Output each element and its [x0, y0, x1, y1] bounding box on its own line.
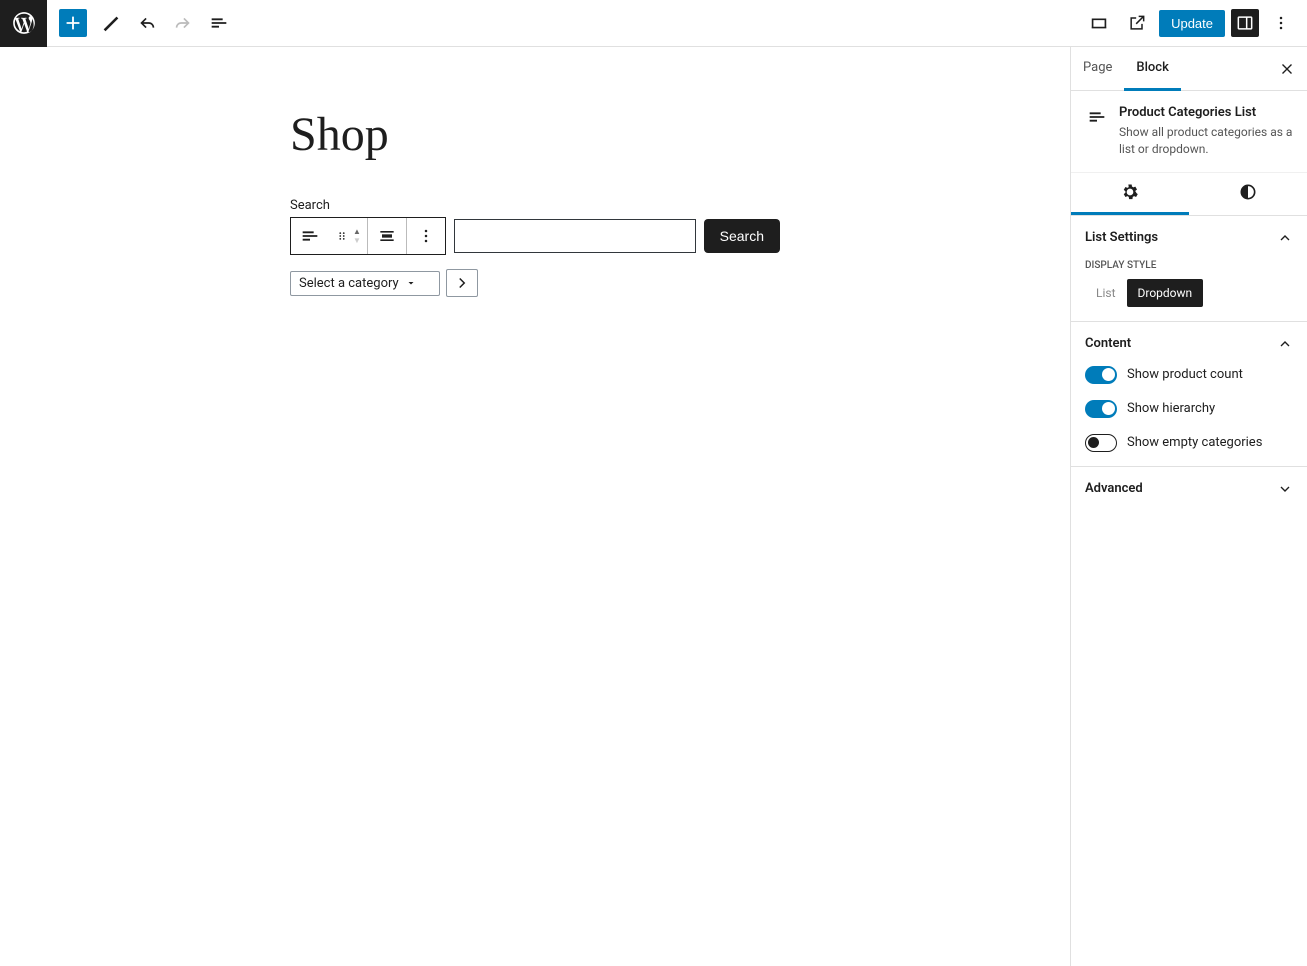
content-panel: Content Show product count Show hierarch…	[1071, 322, 1307, 467]
styles-icon	[1238, 182, 1258, 202]
sidebar-tabs: Page Block	[1071, 47, 1307, 91]
page-title[interactable]: Shop	[290, 107, 780, 162]
content-header[interactable]: Content	[1085, 336, 1293, 352]
settings-sub-tab[interactable]	[1071, 173, 1189, 215]
show-product-count-toggle[interactable]	[1085, 366, 1117, 384]
list-settings-title: List Settings	[1085, 230, 1158, 245]
chevron-up-icon	[1277, 230, 1293, 246]
block-card-icon	[1085, 105, 1109, 129]
block-type-icon[interactable]	[291, 218, 329, 254]
editor-canvas[interactable]: Shop Search ▲ ▼	[0, 47, 1070, 966]
display-dropdown-option[interactable]: Dropdown	[1127, 279, 1204, 307]
preview-external-icon[interactable]	[1121, 7, 1153, 39]
show-empty-label: Show empty categories	[1127, 435, 1262, 450]
settings-sidebar: Page Block Product Categories List Show …	[1070, 47, 1307, 966]
content-title: Content	[1085, 336, 1131, 351]
move-down-icon[interactable]: ▼	[353, 236, 361, 245]
chevron-down-icon	[1277, 481, 1293, 497]
more-options-button[interactable]	[1265, 7, 1297, 39]
block-description: Show all product categories as a list or…	[1119, 124, 1293, 158]
list-settings-header[interactable]: List Settings	[1085, 230, 1293, 246]
document-overview-button[interactable]	[203, 7, 235, 39]
main: Shop Search ▲ ▼	[0, 47, 1307, 966]
chevron-down-icon	[405, 277, 417, 289]
view-button[interactable]	[1083, 7, 1115, 39]
block-sub-tabs	[1071, 173, 1307, 216]
tab-block[interactable]: Block	[1124, 47, 1180, 91]
align-button[interactable]	[368, 218, 406, 254]
show-empty-toggle[interactable]	[1085, 434, 1117, 452]
block-info: Product Categories List Show all product…	[1071, 91, 1307, 173]
search-input[interactable]	[454, 219, 696, 253]
display-list-option[interactable]: List	[1085, 279, 1127, 307]
category-select[interactable]: Select a category	[290, 271, 440, 296]
styles-sub-tab[interactable]	[1189, 173, 1307, 215]
top-left	[0, 0, 235, 46]
show-hierarchy-toggle[interactable]	[1085, 400, 1117, 418]
gear-icon	[1120, 182, 1140, 202]
add-block-button[interactable]	[59, 9, 87, 37]
settings-panel-toggle[interactable]	[1231, 9, 1259, 37]
chevron-up-icon	[1277, 336, 1293, 352]
toolbar-buttons	[47, 7, 235, 39]
redo-button[interactable]	[167, 7, 199, 39]
search-label: Search	[290, 198, 780, 213]
category-row: Select a category	[290, 269, 780, 297]
tools-button[interactable]	[95, 7, 127, 39]
block-toolbar: ▲ ▼	[290, 217, 446, 255]
advanced-title: Advanced	[1085, 481, 1143, 496]
category-go-button[interactable]	[446, 269, 478, 297]
show-product-count-label: Show product count	[1127, 367, 1243, 382]
display-style-label: DISPLAY STYLE	[1085, 260, 1293, 271]
update-button[interactable]: Update	[1159, 10, 1225, 37]
display-style-toggle: List Dropdown	[1085, 279, 1293, 307]
search-row: ▲ ▼ Search	[290, 217, 780, 255]
advanced-panel-header[interactable]: Advanced	[1071, 467, 1307, 511]
list-settings-panel: List Settings DISPLAY STYLE List Dropdow…	[1071, 216, 1307, 322]
move-up-icon[interactable]: ▲	[353, 227, 361, 236]
category-select-label: Select a category	[299, 276, 399, 291]
tab-page[interactable]: Page	[1071, 47, 1124, 91]
show-hierarchy-label: Show hierarchy	[1127, 401, 1215, 416]
block-more-button[interactable]	[407, 218, 445, 254]
close-sidebar-button[interactable]	[1275, 57, 1299, 81]
block-title: Product Categories List	[1119, 105, 1293, 120]
wordpress-logo[interactable]	[0, 0, 47, 47]
block-mover[interactable]: ▲ ▼	[329, 218, 367, 254]
drag-icon	[335, 229, 349, 243]
top-right: Update	[1083, 7, 1307, 39]
search-button[interactable]: Search	[704, 219, 780, 253]
undo-button[interactable]	[131, 7, 163, 39]
top-bar: Update	[0, 0, 1307, 47]
chevron-right-icon	[453, 274, 471, 292]
close-icon	[1278, 60, 1296, 78]
